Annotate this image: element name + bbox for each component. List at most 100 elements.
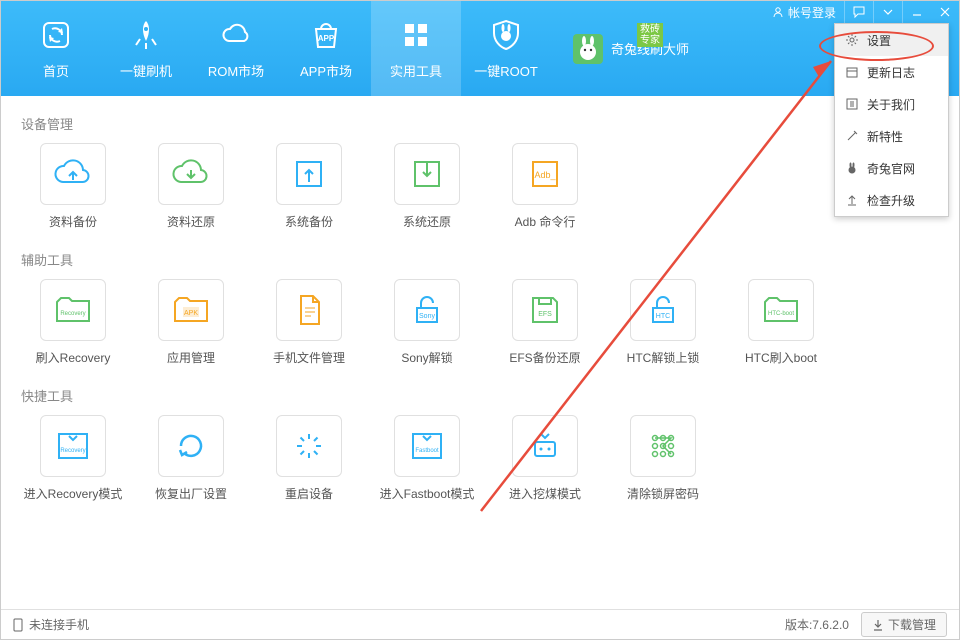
dd-about[interactable]: 关于我们 bbox=[835, 88, 948, 120]
svg-text:APK: APK bbox=[184, 310, 198, 317]
tool-label: 应用管理 bbox=[167, 349, 215, 366]
nav-root[interactable]: 一键ROOT bbox=[461, 1, 551, 96]
nav-label: 首页 bbox=[43, 61, 69, 80]
tool-label: 刷入Recovery bbox=[36, 349, 111, 366]
floppy-efs-icon: EFS bbox=[525, 290, 565, 330]
login-button[interactable]: 帐号登录 bbox=[764, 1, 844, 23]
dd-label: 关于我们 bbox=[867, 96, 915, 113]
tool-label: 进入Recovery模式 bbox=[24, 485, 123, 502]
tool-efs[interactable]: EFS EFS备份还原 bbox=[501, 279, 589, 366]
rabbit-icon bbox=[845, 161, 859, 175]
folder-htc-icon: HTC-boot bbox=[759, 290, 803, 330]
cloud-up-icon bbox=[51, 154, 95, 194]
tool-label: 手机文件管理 bbox=[273, 349, 345, 366]
svg-text:APP: APP bbox=[318, 34, 335, 43]
rocket-icon bbox=[128, 17, 164, 53]
minimize-button[interactable] bbox=[903, 1, 931, 23]
device-grid: 资料备份 资料还原 系统备份 系统还原 Adb_ Adb 命令行 bbox=[29, 143, 939, 230]
nav-tools[interactable]: 实用工具 bbox=[371, 1, 461, 96]
svg-text:EFS: EFS bbox=[538, 311, 552, 318]
tool-fastboot[interactable]: Fastboot 进入Fastboot模式 bbox=[383, 415, 471, 502]
quick-grid: Recovery 进入Recovery模式 恢复出厂设置 重启设备 Fastbo… bbox=[29, 415, 939, 502]
tool-label: 重启设备 bbox=[285, 485, 333, 502]
tool-htc-unlock[interactable]: HTC HTC解锁上锁 bbox=[619, 279, 707, 366]
info-icon bbox=[845, 97, 859, 111]
dd-label: 更新日志 bbox=[867, 64, 915, 81]
dd-features[interactable]: 新特性 bbox=[835, 120, 948, 152]
section-title-quick: 快捷工具 bbox=[21, 386, 939, 405]
version-text: 版本:7.6.2.0 bbox=[785, 616, 849, 633]
app-header: 帐号登录 首页 一键刷机 ROM市场 APP bbox=[1, 1, 959, 96]
content-area: 设备管理 资料备份 资料还原 系统备份 系统还原 Adb_ Adb 命令行 辅助… bbox=[1, 96, 959, 611]
download-label: 下载管理 bbox=[888, 616, 936, 633]
lock-sony-icon: Sony bbox=[407, 290, 447, 330]
tool-reboot[interactable]: 重启设备 bbox=[265, 415, 353, 502]
tool-label: 系统还原 bbox=[403, 213, 451, 230]
dd-settings[interactable]: 设置 bbox=[835, 24, 948, 56]
nav-flash[interactable]: 一键刷机 bbox=[101, 1, 191, 96]
status-phone: 未连接手机 bbox=[29, 616, 89, 633]
dd-changelog[interactable]: 更新日志 bbox=[835, 56, 948, 88]
app-bag-icon: APP bbox=[308, 17, 344, 53]
tool-sys-restore[interactable]: 系统还原 bbox=[383, 143, 471, 230]
dd-website[interactable]: 奇兔官网 bbox=[835, 152, 948, 184]
svg-text:HTC-boot: HTC-boot bbox=[768, 311, 794, 317]
expert-badge: 救砖 专家 bbox=[637, 23, 663, 47]
calendar-icon bbox=[845, 65, 859, 79]
tool-sony-unlock[interactable]: Sony Sony解锁 bbox=[383, 279, 471, 366]
tool-htc-boot[interactable]: HTC-boot HTC刷入boot bbox=[737, 279, 825, 366]
menu-dropdown-button[interactable] bbox=[874, 1, 902, 23]
settings-dropdown: 设置 更新日志 关于我们 新特性 奇兔官网 检查升级 bbox=[834, 23, 949, 217]
feedback-button[interactable] bbox=[845, 1, 873, 23]
nav-app-market[interactable]: APP APP市场 bbox=[281, 1, 371, 96]
box-up-icon bbox=[289, 154, 329, 194]
dd-label: 设置 bbox=[867, 32, 891, 49]
pattern-icon bbox=[643, 426, 683, 466]
tool-label: EFS备份还原 bbox=[509, 349, 580, 366]
svg-text:Adb_: Adb_ bbox=[534, 170, 556, 180]
android-down-icon bbox=[525, 426, 565, 466]
tool-adb[interactable]: Adb_ Adb 命令行 bbox=[501, 143, 589, 230]
tool-recovery-flash[interactable]: Recovery 刷入Recovery bbox=[29, 279, 117, 366]
reset-icon bbox=[171, 426, 211, 466]
box-down-icon bbox=[407, 154, 447, 194]
nav-label: 一键ROOT bbox=[474, 61, 538, 80]
lock-htc-icon: HTC bbox=[643, 290, 683, 330]
dd-check-update[interactable]: 检查升级 bbox=[835, 184, 948, 216]
tool-label: 资料备份 bbox=[49, 213, 97, 230]
tool-sys-backup[interactable]: 系统备份 bbox=[265, 143, 353, 230]
nav-rom-market[interactable]: ROM市场 bbox=[191, 1, 281, 96]
loading-icon bbox=[289, 426, 329, 466]
fastboot-icon: Fastboot bbox=[405, 426, 449, 466]
close-button[interactable] bbox=[931, 1, 959, 23]
download-manager-button[interactable]: 下载管理 bbox=[861, 612, 947, 637]
tool-data-backup[interactable]: 资料备份 bbox=[29, 143, 117, 230]
section-title-device: 设备管理 bbox=[21, 114, 939, 133]
tool-data-restore[interactable]: 资料还原 bbox=[147, 143, 235, 230]
minimize-icon bbox=[912, 7, 922, 17]
nav-wire-flash[interactable]: 奇兔线刷大师 bbox=[571, 32, 689, 66]
tool-app-manage[interactable]: APK 应用管理 bbox=[147, 279, 235, 366]
nav-home[interactable]: 首页 bbox=[11, 1, 101, 96]
gear-icon bbox=[845, 33, 859, 47]
svg-text:Fastboot: Fastboot bbox=[415, 448, 439, 454]
download-icon bbox=[872, 619, 884, 631]
svg-text:HTC: HTC bbox=[656, 313, 670, 320]
tool-download-mode[interactable]: 进入挖煤模式 bbox=[501, 415, 589, 502]
phone-icon bbox=[13, 618, 23, 632]
tool-factory-reset[interactable]: 恢复出厂设置 bbox=[147, 415, 235, 502]
tool-clear-lock[interactable]: 清除锁屏密码 bbox=[619, 415, 707, 502]
tool-enter-recovery[interactable]: Recovery 进入Recovery模式 bbox=[29, 415, 117, 502]
cloud-down-icon bbox=[169, 154, 213, 194]
login-label: 帐号登录 bbox=[788, 4, 836, 21]
tool-file-manage[interactable]: 手机文件管理 bbox=[265, 279, 353, 366]
tool-label: 资料还原 bbox=[167, 213, 215, 230]
nav-label: ROM市场 bbox=[208, 61, 264, 80]
nav-label: 实用工具 bbox=[390, 61, 442, 80]
document-icon bbox=[289, 290, 329, 330]
upload-icon bbox=[845, 193, 859, 207]
tool-label: 恢复出厂设置 bbox=[155, 485, 227, 502]
recovery-mode-icon: Recovery bbox=[51, 426, 95, 466]
tool-label: 进入Fastboot模式 bbox=[380, 485, 475, 502]
titlebar: 帐号登录 bbox=[764, 1, 959, 23]
